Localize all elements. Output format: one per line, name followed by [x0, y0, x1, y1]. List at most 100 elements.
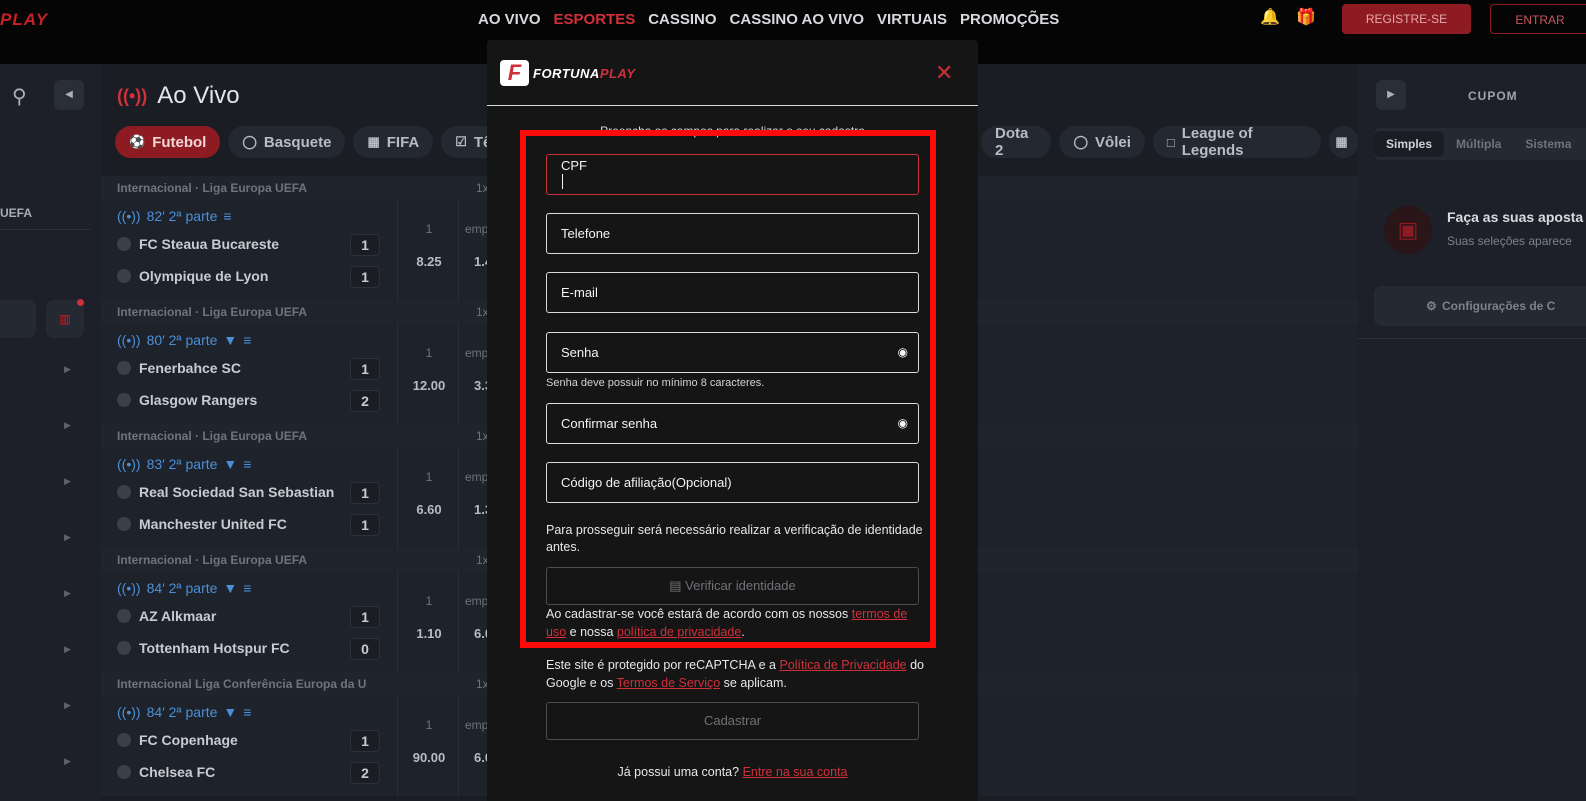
divider	[1358, 338, 1586, 339]
chevron-right-icon[interactable]: ▶	[64, 364, 71, 375]
site-logo[interactable]: PLAY	[0, 10, 48, 30]
bet-slip: ▶ CUPOM Simples Múltipla Sistema ▣ Faça …	[1358, 64, 1586, 801]
live-icon: ((•))	[117, 456, 141, 472]
basketball-icon: ◯	[242, 134, 257, 149]
stream-icon: ≡	[243, 580, 252, 596]
score-home: 1	[350, 358, 380, 380]
tab-sistema[interactable]: Sistema	[1513, 131, 1583, 157]
stream-icon: ≡	[243, 332, 252, 348]
tab-more[interactable]: ▦	[1329, 126, 1358, 158]
collapse-arrow-icon[interactable]: ◀	[54, 80, 84, 110]
modal-header: F FORTUNAPLAY ✕	[487, 40, 978, 106]
team-crest-icon	[117, 733, 131, 747]
sidebar-league-label[interactable]: UEFA	[0, 206, 32, 220]
search-icon[interactable]: ⚲	[12, 84, 27, 109]
tab-futebol[interactable]: ⚽ Futebol	[115, 126, 221, 158]
jersey-icon: ▼	[223, 580, 238, 596]
page-title: ((•)) Ao Vivo	[117, 82, 240, 109]
gear-icon: ⚙	[1426, 299, 1437, 313]
jersey-icon: ▼	[223, 704, 238, 720]
odd-home[interactable]: 1 6.60	[397, 448, 459, 548]
recaptcha-terms-link[interactable]: Termos de Serviço	[617, 676, 721, 690]
left-sidebar: ⚲ ◀ UEFA ▥ ▶ ▶ ▶ ▶ ▶ ▶ ▶ ▶	[0, 64, 101, 801]
bet-type-tabs: Simples Múltipla Sistema	[1374, 128, 1586, 160]
tab-basquete[interactable]: ◯ Basquete	[228, 126, 346, 158]
fifa-icon: ▦	[1335, 134, 1348, 149]
chevron-right-icon[interactable]: ▶	[64, 588, 71, 599]
play-arrow-icon[interactable]: ▶	[1376, 80, 1406, 110]
empty-slip-subtitle: Suas seleções aparece	[1447, 234, 1572, 248]
signup-submit-button[interactable]: Cadastrar	[546, 702, 919, 740]
chevron-right-icon[interactable]: ▶	[64, 756, 71, 767]
stream-icon: ≡	[243, 704, 252, 720]
score-home: 1	[350, 730, 380, 752]
sport-tabs-right: Dota 2 ◯ Vôlei □ League of Legends ▦	[981, 125, 1358, 159]
brand-f-icon: F	[500, 60, 529, 86]
nav-cassino-ao-vivo[interactable]: CASSINO AO VIVO	[730, 11, 864, 28]
chevron-right-icon[interactable]: ▶	[64, 476, 71, 487]
odd-home[interactable]: 1 90.00	[397, 696, 459, 796]
odd-home[interactable]: 1 1.10	[397, 572, 459, 672]
chevron-right-icon[interactable]: ▶	[64, 700, 71, 711]
nav-promocoes[interactable]: PROMOÇÕES	[960, 11, 1059, 28]
live-icon: ((•))	[117, 580, 141, 596]
settings-button[interactable]: ⚙ Configurações de C	[1374, 286, 1586, 326]
nav-ao-vivo[interactable]: AO VIVO	[478, 11, 541, 28]
score-away: 2	[350, 390, 380, 412]
volleyball-icon: ◯	[1073, 134, 1089, 149]
tab-lol[interactable]: □ League of Legends	[1152, 125, 1322, 159]
jersey-icon: ▼	[223, 456, 238, 472]
chevron-right-icon[interactable]: ▶	[64, 644, 71, 655]
stream-icon: ≡	[243, 456, 252, 472]
sidebar-divider	[0, 229, 90, 230]
fortunaplay-logo: F FORTUNAPLAY	[500, 60, 636, 86]
top-nav: AO VIVO ESPORTES CASSINO CASSINO AO VIVO…	[478, 0, 1059, 38]
live-icon: ((•))	[117, 208, 141, 224]
nav-esportes[interactable]: ESPORTES	[554, 11, 636, 28]
nav-cassino[interactable]: CASSINO	[648, 11, 716, 28]
login-button[interactable]: ENTRAR	[1490, 4, 1586, 34]
chevron-right-icon[interactable]: ▶	[64, 420, 71, 431]
tab-multipla[interactable]: Múltipla	[1444, 131, 1513, 157]
ticket-icon: ▣	[1384, 206, 1432, 254]
score-away: 0	[350, 638, 380, 660]
odd-home[interactable]: 1 12.00	[397, 324, 459, 424]
tab-fifa[interactable]: ▦ FIFA	[353, 126, 434, 158]
notification-dot	[77, 299, 84, 306]
live-icon: ((•))	[117, 704, 141, 720]
recaptcha-privacy-link[interactable]: Política de Privacidade	[779, 658, 906, 672]
odd-home[interactable]: 1 8.25	[397, 200, 459, 300]
tab-dota[interactable]: Dota 2	[981, 125, 1052, 159]
sport-tabs: ⚽Futebol ◯Basquete ▦FIFA ☑Tên	[115, 126, 515, 160]
team-crest-icon	[117, 361, 131, 375]
tennis-icon: ☑	[455, 134, 467, 149]
team-crest-icon	[117, 765, 131, 779]
team-crest-icon	[117, 641, 131, 655]
team-crest-icon	[117, 237, 131, 251]
tab-volei[interactable]: ◯ Vôlei	[1059, 126, 1145, 158]
score-away: 2	[350, 762, 380, 784]
bell-icon[interactable]: 🔔	[1260, 8, 1280, 28]
score-home: 1	[350, 234, 380, 256]
nav-virtuais[interactable]: VIRTUAIS	[877, 11, 947, 28]
jersey-icon: ▼	[223, 332, 238, 348]
score-home: 1	[350, 606, 380, 628]
chevron-right-icon[interactable]: ▶	[64, 532, 71, 543]
lol-icon: □	[1166, 134, 1175, 150]
team-crest-icon	[117, 609, 131, 623]
live-broadcast-icon: ((•))	[117, 85, 148, 106]
team-crest-icon	[117, 393, 131, 407]
gift-icon[interactable]: 🎁	[1296, 8, 1316, 28]
sidebar-pill[interactable]	[0, 300, 36, 338]
team-crest-icon	[117, 485, 131, 499]
stream-icon: ≡	[223, 208, 232, 224]
top-icons: 🔔 🎁	[1260, 8, 1316, 28]
team-crest-icon	[117, 269, 131, 283]
score-away: 1	[350, 266, 380, 288]
register-button[interactable]: REGISTRE-SE	[1342, 4, 1471, 34]
tab-simples[interactable]: Simples	[1374, 131, 1445, 157]
score-away: 1	[350, 514, 380, 536]
login-link[interactable]: Entre na sua conta	[743, 765, 848, 779]
close-icon[interactable]: ✕	[935, 62, 953, 84]
fifa-icon: ▦	[367, 134, 380, 149]
